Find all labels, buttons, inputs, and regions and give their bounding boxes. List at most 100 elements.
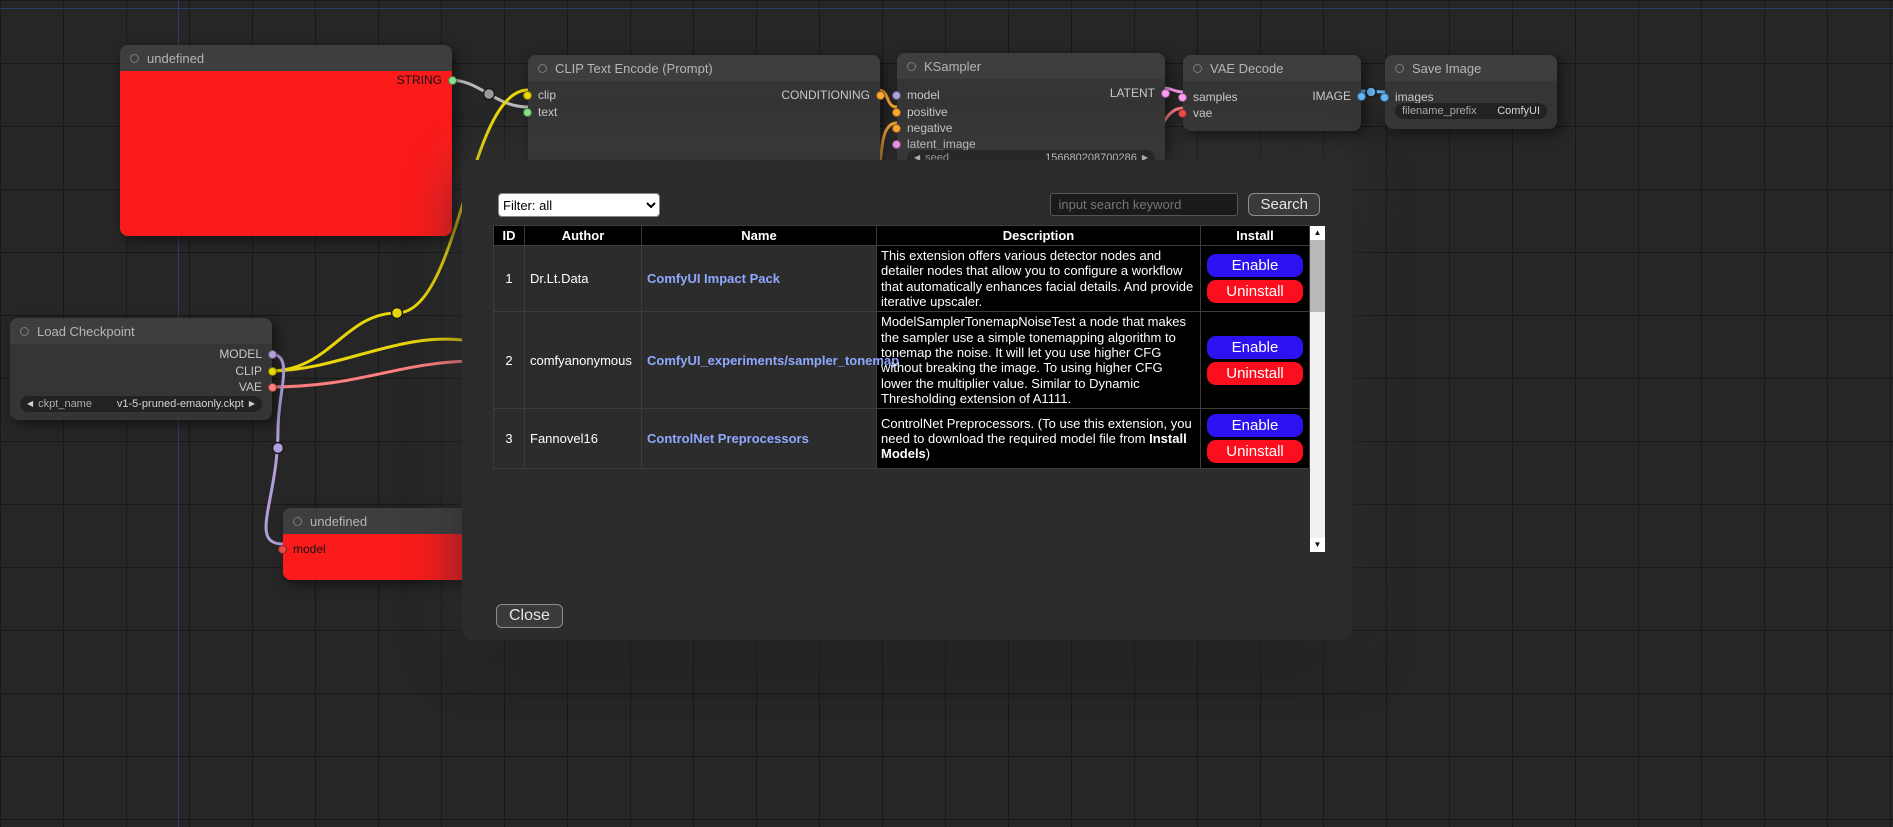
input-slot-images[interactable]: images <box>1380 92 1434 102</box>
node-body-error: model <box>283 534 483 580</box>
slot-label: positive <box>907 105 948 119</box>
enable-button[interactable]: Enable <box>1207 336 1303 359</box>
input-slot-model[interactable]: model <box>278 544 326 554</box>
latent-image-slot-dot[interactable] <box>892 140 901 149</box>
scroll-down-icon[interactable]: ▼ <box>1310 538 1325 552</box>
uninstall-button[interactable]: Uninstall <box>1207 362 1303 385</box>
node-status-dot <box>1193 64 1202 73</box>
scrollbar-thumb[interactable] <box>1310 240 1325 312</box>
extension-link[interactable]: ControlNet Preprocessors <box>647 431 809 446</box>
slot-label: MODEL <box>219 347 262 361</box>
cell-install: Enable Uninstall <box>1201 246 1310 312</box>
text-slot-dot[interactable] <box>523 108 532 117</box>
table-header-row: ID Author Name Description Install <box>494 226 1310 246</box>
node-title-bar[interactable]: VAE Decode <box>1183 55 1361 81</box>
close-button[interactable]: Close <box>496 604 563 628</box>
cell-name: ControlNet Preprocessors <box>642 409 877 469</box>
header-id: ID <box>494 226 525 246</box>
node-title: undefined <box>310 514 367 529</box>
reroute-dot-image[interactable] <box>1366 87 1376 97</box>
cell-id: 3 <box>494 409 525 469</box>
node-title: CLIP Text Encode (Prompt) <box>555 61 713 76</box>
reroute-dot-gray[interactable] <box>484 89 495 100</box>
widget-value: ComfyUI <box>1497 105 1540 117</box>
input-slot-model[interactable]: model <box>892 90 940 100</box>
node-title-bar[interactable]: KSampler <box>897 53 1165 79</box>
model-slot-dot[interactable] <box>268 350 277 359</box>
vae-slot-dot[interactable] <box>268 383 277 392</box>
scrollbar-track[interactable] <box>1310 312 1325 538</box>
slot-label: IMAGE <box>1312 89 1351 103</box>
node-undefined-bottom[interactable]: undefined model <box>283 508 483 580</box>
vae-slot-dot[interactable] <box>1178 109 1187 118</box>
input-slot-vae[interactable]: vae <box>1178 108 1212 118</box>
ckpt-name-widget[interactable]: ◀ ckpt_name v1-5-pruned-emaonly.ckpt ▶ <box>20 396 262 412</box>
node-status-dot <box>538 64 547 73</box>
input-slot-latent-image[interactable]: latent_image <box>892 139 976 149</box>
output-slot-conditioning[interactable]: CONDITIONING <box>781 90 885 100</box>
clip-slot-dot[interactable] <box>268 367 277 376</box>
cell-id: 2 <box>494 312 525 409</box>
output-slot-string[interactable]: STRING <box>397 75 457 85</box>
node-status-dot <box>130 54 139 63</box>
cell-install: Enable Uninstall <box>1201 409 1310 469</box>
slot-label: STRING <box>397 73 442 87</box>
extension-link[interactable]: ComfyUI Impact Pack <box>647 271 780 286</box>
table-scrollbar[interactable]: ▲ ▼ <box>1310 226 1325 552</box>
scroll-up-icon[interactable]: ▲ <box>1310 226 1325 240</box>
image-slot-dot[interactable] <box>1357 92 1366 101</box>
node-graph-canvas[interactable]: undefined STRING CLIP Text Encode (Promp… <box>0 0 1893 827</box>
samples-slot-dot[interactable] <box>1178 93 1187 102</box>
reroute-dot-clip[interactable] <box>392 308 403 319</box>
node-status-dot <box>293 517 302 526</box>
output-slot-model[interactable]: MODEL <box>219 349 277 359</box>
input-slot-samples[interactable]: samples <box>1178 92 1238 102</box>
enable-button[interactable]: Enable <box>1207 414 1303 437</box>
latent-slot-dot[interactable] <box>1161 89 1170 98</box>
string-slot-dot[interactable] <box>448 76 457 85</box>
uninstall-button[interactable]: Uninstall <box>1207 440 1303 463</box>
cell-description: This extension offers various detector n… <box>877 246 1201 312</box>
output-slot-image[interactable]: IMAGE <box>1312 91 1366 101</box>
search-button[interactable]: Search <box>1248 193 1320 216</box>
negative-slot-dot[interactable] <box>892 124 901 133</box>
cell-name: ComfyUI Impact Pack <box>642 246 877 312</box>
conditioning-slot-dot[interactable] <box>876 91 885 100</box>
previous-arrow-icon[interactable]: ◀ <box>27 400 33 408</box>
next-arrow-icon[interactable]: ▶ <box>249 400 255 408</box>
input-slot-positive[interactable]: positive <box>892 107 948 117</box>
node-vae-decode[interactable]: VAE Decode samples vae IMAGE <box>1183 55 1361 131</box>
node-body: samples vae IMAGE <box>1183 81 1361 131</box>
input-slot-negative[interactable]: negative <box>892 123 952 133</box>
clip-slot-dot[interactable] <box>523 91 532 100</box>
model-slot-dot[interactable] <box>892 91 901 100</box>
node-title-bar[interactable]: CLIP Text Encode (Prompt) <box>528 55 880 81</box>
output-slot-latent[interactable]: LATENT <box>1110 88 1170 98</box>
node-title-bar[interactable]: undefined <box>120 45 452 71</box>
reroute-dot-model[interactable] <box>273 443 284 454</box>
filename-prefix-widget[interactable]: filename_prefix ComfyUI <box>1395 103 1547 119</box>
positive-slot-dot[interactable] <box>892 108 901 117</box>
enable-button[interactable]: Enable <box>1207 254 1303 277</box>
node-load-checkpoint[interactable]: Load Checkpoint MODEL CLIP VAE ◀ ckpt_na… <box>10 318 272 420</box>
node-title-bar[interactable]: Load Checkpoint <box>10 318 272 344</box>
input-slot-text[interactable]: text <box>523 107 557 117</box>
filter-select[interactable]: Filter: all <box>498 193 660 217</box>
header-description: Description <box>877 226 1201 246</box>
search-input[interactable] <box>1050 193 1238 216</box>
model-slot-dot[interactable] <box>278 545 287 554</box>
widget-label: ckpt_name <box>38 398 92 410</box>
images-slot-dot[interactable] <box>1380 93 1389 102</box>
cell-author: Dr.Lt.Data <box>525 246 642 312</box>
node-save-image[interactable]: Save Image images filename_prefix ComfyU… <box>1385 55 1557 129</box>
uninstall-button[interactable]: Uninstall <box>1207 280 1303 303</box>
node-undefined-top[interactable]: undefined STRING <box>120 45 452 236</box>
output-slot-vae[interactable]: VAE <box>239 382 277 392</box>
extension-link[interactable]: ComfyUI_experiments/sampler_tonemap <box>647 353 899 368</box>
node-title-bar[interactable]: Save Image <box>1385 55 1557 81</box>
table-row: 3 Fannovel16 ControlNet Preprocessors Co… <box>494 409 1310 469</box>
node-body: MODEL CLIP VAE ◀ ckpt_name v1-5-pruned-e… <box>10 344 272 420</box>
input-slot-clip[interactable]: clip <box>523 90 556 100</box>
node-title-bar[interactable]: undefined <box>283 508 483 534</box>
output-slot-clip[interactable]: CLIP <box>235 366 277 376</box>
